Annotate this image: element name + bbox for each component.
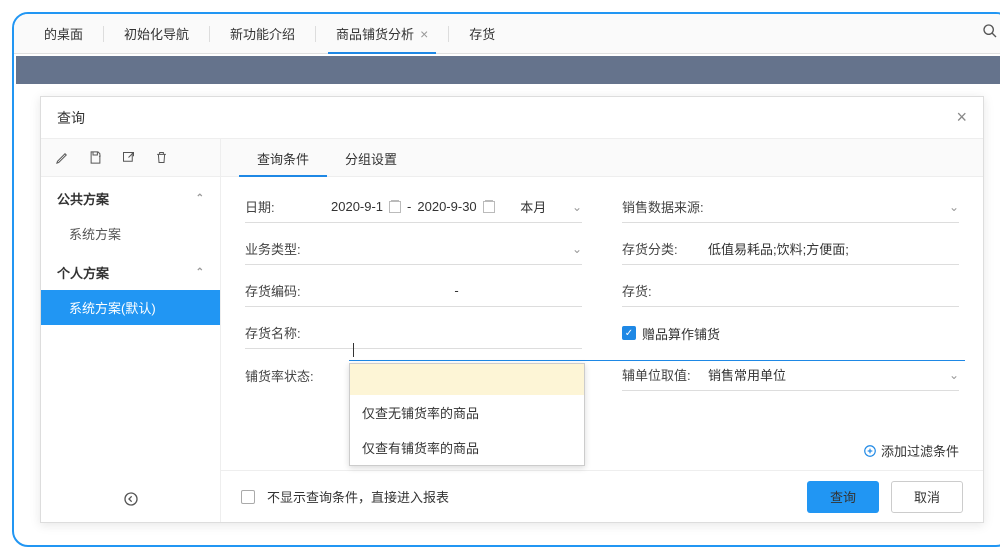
tab-label: 存货	[469, 24, 495, 43]
label-inv-category: 存货分类:	[622, 239, 708, 258]
query-button[interactable]: 查询	[807, 481, 879, 513]
checkbox-checked-icon[interactable]: ✓	[622, 326, 636, 340]
label-biz-type: 业务类型:	[245, 239, 331, 258]
label-sales-source: 销售数据来源:	[622, 197, 708, 216]
tab-init-nav[interactable]: 初始化导航	[106, 14, 207, 54]
export-icon[interactable]	[121, 150, 136, 165]
chevron-up-icon: ⌃	[196, 267, 204, 278]
distrib-status-dropdown: 仅查无铺货率的商品 仅查有铺货率的商品	[349, 363, 585, 466]
form-col-left: 日期: 2020-9-1 - 2020-9-30 本月 ⌄	[245, 193, 582, 454]
field-stock[interactable]: 存货:	[622, 277, 959, 307]
tab-distribution-analysis[interactable]: 商品铺货分析 ×	[318, 14, 446, 54]
field-inv-category[interactable]: 存货分类: 低值易耗品;饮料;方便面;	[622, 235, 959, 265]
plus-circle-icon	[863, 444, 877, 458]
date-end-value: 2020-9-30	[417, 199, 476, 214]
modal-title: 查询	[57, 108, 85, 128]
field-inv-code[interactable]: 存货编码: -	[245, 277, 582, 307]
sidebar-group-label: 公共方案	[57, 189, 109, 208]
chevron-down-icon[interactable]: ⌄	[949, 368, 959, 382]
inv-code-value: -	[454, 283, 458, 298]
field-inv-name[interactable]: 存货名称:	[245, 319, 582, 349]
inner-tab-grouping[interactable]: 分组设置	[327, 139, 415, 177]
tab-label: 新功能介绍	[230, 24, 295, 43]
sidebar: 公共方案 ⌃ 系统方案 个人方案 ⌃ 系统方案(默认)	[41, 139, 221, 522]
modal-header: 查询 ×	[41, 97, 983, 139]
tab-desktop[interactable]: 的桌面	[26, 14, 101, 54]
tab-separator	[448, 26, 449, 42]
field-aux-unit[interactable]: 辅单位取值: 销售常用单位 ⌄	[622, 361, 959, 391]
checkbox-label: 赠品算作铺货	[642, 324, 720, 343]
button-label: 查询	[830, 487, 856, 506]
sidebar-group-public[interactable]: 公共方案 ⌃	[41, 177, 220, 216]
tab-inventory[interactable]: 存货	[451, 14, 513, 54]
inv-category-value: 低值易耗品;饮料;方便面;	[708, 239, 849, 258]
cancel-button[interactable]: 取消	[891, 481, 963, 513]
inner-tab-conditions[interactable]: 查询条件	[239, 139, 327, 177]
main-panel: 查询条件 分组设置 日期: 2020-9-1 - 2020-9-30	[221, 139, 983, 522]
inner-tab-label: 查询条件	[257, 149, 309, 168]
field-date[interactable]: 日期: 2020-9-1 - 2020-9-30 本月 ⌄	[245, 193, 582, 223]
calendar-icon[interactable]	[483, 201, 495, 213]
field-biz-type[interactable]: 业务类型: ⌄	[245, 235, 582, 265]
button-label: 取消	[914, 487, 940, 506]
delete-icon[interactable]	[154, 150, 169, 165]
tab-separator	[103, 26, 104, 42]
tab-label: 的桌面	[44, 24, 83, 43]
close-icon[interactable]: ×	[956, 107, 967, 128]
tab-label: 初始化导航	[124, 24, 189, 43]
sidebar-pager-prev[interactable]	[41, 481, 220, 522]
sidebar-group-label: 个人方案	[57, 263, 109, 282]
checkbox-unchecked-icon[interactable]	[241, 490, 255, 504]
inner-tab-label: 分组设置	[345, 149, 397, 168]
dropdown-option-no-rate[interactable]: 仅查无铺货率的商品	[350, 395, 584, 430]
chevron-down-icon[interactable]: ⌄	[572, 200, 582, 214]
field-sales-source[interactable]: 销售数据来源: ⌄	[622, 193, 959, 223]
query-modal: 查询 × 公共方案 ⌃ 系统方案 个人方案 ⌃	[40, 96, 984, 523]
chevron-up-icon: ⌃	[196, 193, 204, 204]
top-tabs-bar: 的桌面 初始化导航 新功能介绍 商品铺货分析 × 存货	[14, 14, 1000, 54]
tab-features[interactable]: 新功能介绍	[212, 14, 313, 54]
close-icon[interactable]: ×	[420, 26, 428, 42]
checkbox-label: 不显示查询条件，直接进入报表	[267, 487, 449, 506]
dropdown-option-has-rate[interactable]: 仅查有铺货率的商品	[350, 430, 584, 465]
label-distrib-status: 铺货率状态:	[245, 366, 331, 385]
label-date: 日期:	[245, 197, 331, 216]
tab-separator	[315, 26, 316, 42]
aux-unit-value: 销售常用单位	[708, 365, 786, 384]
label-inv-name: 存货名称:	[245, 323, 331, 342]
field-gift-checkbox[interactable]: ✓ 赠品算作铺货	[622, 319, 959, 349]
search-icon[interactable]	[982, 23, 998, 44]
add-filter-label: 添加过滤条件	[881, 441, 959, 460]
chevron-down-icon[interactable]: ⌄	[949, 200, 959, 214]
sidebar-item-system[interactable]: 系统方案	[41, 216, 220, 251]
date-range-preset: 本月	[520, 197, 546, 216]
chevron-down-icon[interactable]: ⌄	[572, 242, 582, 256]
label-aux-unit: 辅单位取值:	[622, 365, 708, 384]
sidebar-item-system-default[interactable]: 系统方案(默认)	[41, 290, 220, 325]
add-filter-button[interactable]: 添加过滤条件	[863, 441, 959, 460]
text-cursor	[353, 343, 354, 357]
inner-tabs: 查询条件 分组设置	[221, 139, 983, 177]
edit-icon[interactable]	[55, 150, 70, 165]
tab-separator	[209, 26, 210, 42]
form-area: 日期: 2020-9-1 - 2020-9-30 本月 ⌄	[221, 177, 983, 470]
tab-label: 商品铺货分析	[336, 24, 414, 43]
date-start-value: 2020-9-1	[331, 199, 383, 214]
modal-footer: 不显示查询条件，直接进入报表 查询 取消	[221, 470, 983, 522]
skip-query-checkbox[interactable]: 不显示查询条件，直接进入报表	[241, 487, 449, 506]
sidebar-toolbar	[41, 139, 220, 177]
label-stock: 存货:	[622, 281, 708, 300]
calendar-icon[interactable]	[389, 201, 401, 213]
backdrop	[16, 56, 1000, 84]
label-inv-code: 存货编码:	[245, 281, 331, 300]
date-separator: -	[407, 199, 411, 214]
sidebar-group-personal[interactable]: 个人方案 ⌃	[41, 251, 220, 290]
form-col-right: 销售数据来源: ⌄ 存货分类: 低值易耗品;饮料;方便面; 存货: ✓	[622, 193, 959, 454]
save-icon[interactable]	[88, 150, 103, 165]
dropdown-option-empty[interactable]	[350, 364, 584, 395]
